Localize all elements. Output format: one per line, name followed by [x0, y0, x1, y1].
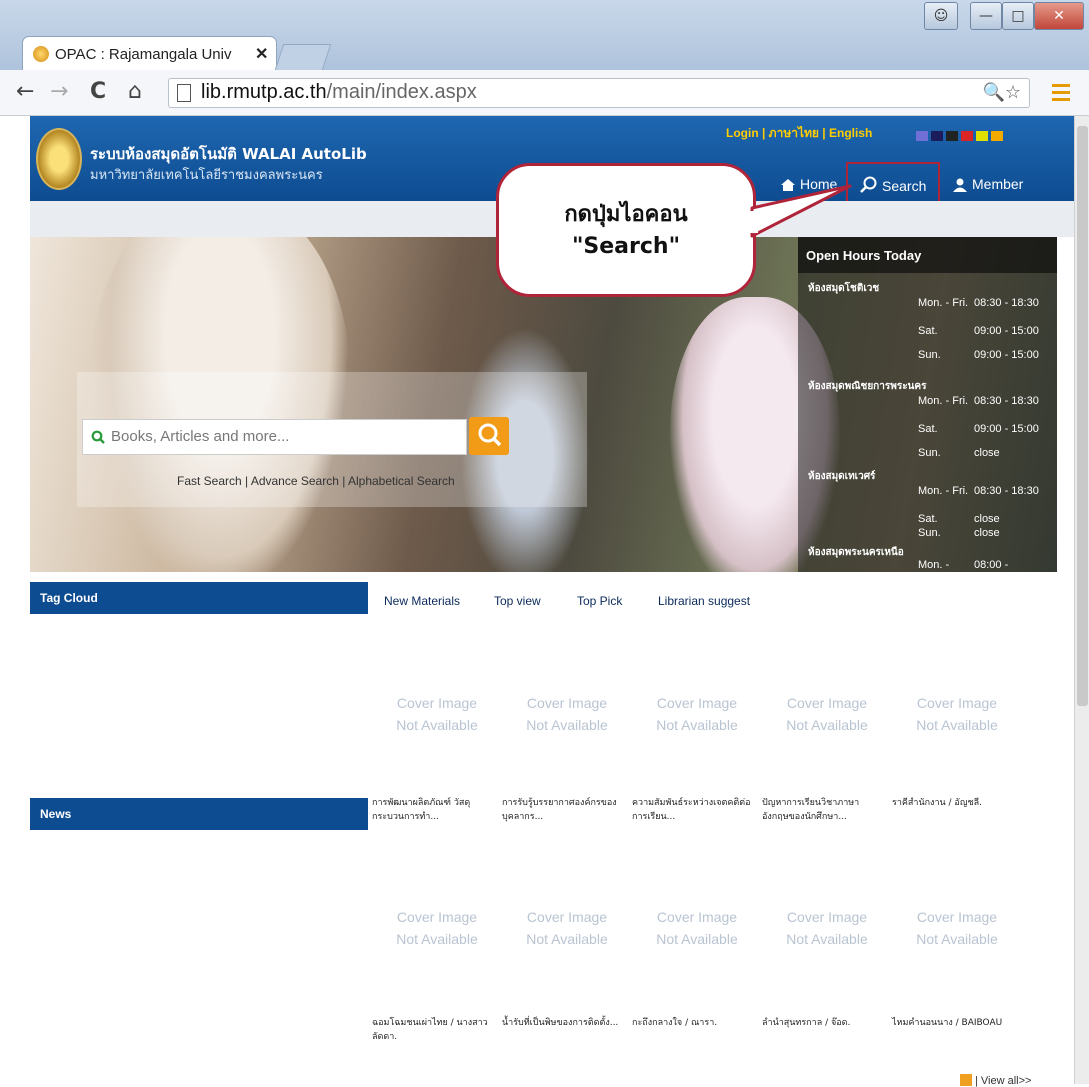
cover-placeholder[interactable]: Cover Image Not Available: [642, 906, 752, 950]
hours-day: Sun.: [918, 527, 941, 539]
news-header: News: [30, 798, 368, 830]
hours-row: Sun. close: [918, 527, 1057, 541]
close-window-icon[interactable]: ✕: [1034, 2, 1084, 30]
cover-line: Not Available: [396, 717, 478, 733]
maximize-icon[interactable]: □: [1002, 2, 1034, 30]
cover-placeholder[interactable]: Cover Image Not Available: [772, 692, 882, 736]
cover-placeholder[interactable]: Cover Image Not Available: [382, 692, 492, 736]
home-icon[interactable]: ⌂: [128, 79, 142, 104]
hours-time: 08:00 -: [974, 559, 1009, 571]
tab-librarian-suggest[interactable]: Librarian suggest: [658, 594, 750, 608]
book-title[interactable]: ราคีสำนักงาน / อัญชลี.: [892, 796, 1012, 810]
cover-line: Not Available: [526, 931, 608, 947]
hours-day: Sun.: [918, 447, 941, 459]
tab-top-pick[interactable]: Top Pick: [577, 594, 622, 608]
hours-time: close: [974, 447, 1000, 459]
hours-row: Mon. - 08:00 -: [918, 559, 1057, 572]
location-name: ห้องสมุดพระนครเหนือ: [808, 547, 904, 558]
page-scrollbar[interactable]: [1074, 116, 1089, 1084]
hours-day: Mon. - Fri.: [918, 485, 969, 497]
cover-line: Cover Image: [786, 695, 868, 711]
back-icon[interactable]: ←: [16, 79, 34, 104]
cover-line: Not Available: [786, 931, 868, 947]
search-submit-icon: [478, 423, 502, 447]
hours-time: 09:00 - 15:00: [974, 423, 1039, 435]
cover-line: Cover Image: [526, 695, 608, 711]
hours-time: 08:30 - 18:30: [974, 485, 1039, 497]
search-input[interactable]: Books, Articles and more...: [82, 419, 467, 455]
book-title[interactable]: ปัญหาการเรียนวิชาภาษาอังกฤษของนักศึกษา..…: [762, 796, 882, 824]
rss-icon: [960, 1074, 972, 1086]
cover-line: Cover Image: [916, 909, 998, 925]
hours-day: Sat.: [918, 423, 938, 435]
cover-line: Cover Image: [396, 909, 478, 925]
cover-line: Cover Image: [916, 695, 998, 711]
scrollbar-thumb[interactable]: [1077, 126, 1088, 706]
address-bar: ← → C ⌂ lib.rmutp.ac.th/main/index.aspx …: [0, 70, 1089, 116]
book-title[interactable]: ฉอมโฉมชนเผ่าไทย / นางสาวลัดดา.: [372, 1016, 492, 1044]
search-submit-button[interactable]: [469, 417, 509, 455]
browser-menu-icon[interactable]: [1052, 84, 1070, 102]
book-title[interactable]: ลำนำสุนทรกาล / จ๊อด.: [762, 1016, 882, 1030]
page-icon: [177, 84, 191, 102]
cover-line: Not Available: [916, 717, 998, 733]
hours-day: Mon. -: [918, 559, 950, 571]
cover-placeholder[interactable]: Cover Image Not Available: [512, 692, 622, 736]
book-title[interactable]: ไหมคำนอนนาง / BAIBOAU: [892, 1016, 1012, 1030]
cover-placeholder[interactable]: Cover Image Not Available: [902, 906, 1012, 950]
cover-line: Not Available: [396, 931, 478, 947]
hours-row: Mon. - Fri. 08:30 - 18:30: [918, 485, 1057, 499]
new-tab-button[interactable]: [274, 44, 332, 70]
zoom-bookmark-icons[interactable]: 🔍☆: [982, 82, 1021, 103]
url-text: lib.rmutp.ac.th/main/index.aspx: [201, 81, 477, 103]
cover-placeholder[interactable]: Cover Image Not Available: [382, 906, 492, 950]
hours-row: Sun. close: [918, 447, 1057, 461]
book-title[interactable]: การรับรู้บรรยากาศองค์กรของบุคลากร...: [502, 796, 622, 824]
user-profile-icon[interactable]: ☺: [924, 2, 958, 30]
search-icon: [91, 430, 105, 444]
view-all-label: | View all>>: [975, 1075, 1032, 1087]
location-name: ห้องสมุดเทเวศร์: [808, 471, 876, 482]
minimize-icon[interactable]: —: [970, 2, 1002, 30]
site-favicon-icon: [33, 46, 49, 62]
cover-placeholder[interactable]: Cover Image Not Available: [902, 692, 1012, 736]
cover-line: Not Available: [786, 717, 868, 733]
book-title[interactable]: กะถึงกลางใจ / ณารา.: [632, 1016, 752, 1030]
forward-icon[interactable]: →: [50, 79, 68, 104]
cover-line: Cover Image: [656, 695, 738, 711]
hours-row: Sat. close: [918, 513, 1057, 527]
cover-line: Cover Image: [656, 909, 738, 925]
cover-line: Cover Image: [786, 909, 868, 925]
tag-cloud-header: Tag Cloud: [30, 582, 368, 614]
cover-placeholder[interactable]: Cover Image Not Available: [642, 692, 752, 736]
tab-new-materials[interactable]: New Materials: [384, 594, 460, 608]
browser-tab[interactable]: OPAC : Rajamangala Univ ✕: [22, 36, 277, 70]
hours-time: close: [974, 527, 1000, 539]
cover-line: Not Available: [656, 931, 738, 947]
hours-time: close: [974, 513, 1000, 525]
book-title[interactable]: น้ำรับที่เป็นพิษของการติดตั้ง...: [502, 1016, 622, 1030]
cover-line: Cover Image: [396, 695, 478, 711]
callout-pointer: [750, 184, 852, 238]
cover-placeholder[interactable]: Cover Image Not Available: [512, 906, 622, 950]
reload-icon[interactable]: C: [90, 79, 106, 104]
hours-row: Sat. 09:00 - 15:00: [918, 423, 1057, 437]
cover-line: Not Available: [526, 717, 608, 733]
search-mode-links[interactable]: Fast Search | Advance Search | Alphabeti…: [177, 474, 455, 488]
url-input[interactable]: lib.rmutp.ac.th/main/index.aspx 🔍☆: [168, 78, 1030, 108]
cover-line: Not Available: [656, 717, 738, 733]
cover-line: Cover Image: [526, 909, 608, 925]
web-page: ระบบห้องสมุดอัตโนมัติ WALAI AutoLib มหาว…: [30, 116, 1074, 1087]
tab-top-view[interactable]: Top view: [494, 594, 541, 608]
search-placeholder: Books, Articles and more...: [111, 428, 290, 445]
book-title[interactable]: การพัฒนาผลิตภัณฑ์ วัสดุกระบวนการทำ...: [372, 796, 492, 824]
tab-title: OPAC : Rajamangala Univ: [55, 46, 232, 63]
browser-titlebar: OPAC : Rajamangala Univ ✕ ☺ — □ ✕: [0, 0, 1089, 70]
cover-line: Not Available: [916, 931, 998, 947]
cover-placeholder[interactable]: Cover Image Not Available: [772, 906, 882, 950]
hours-day: Sat.: [918, 513, 938, 525]
book-title[interactable]: ความสัมพันธ์ระหว่างเจตคติต่อการเรียน...: [632, 796, 752, 824]
view-all-link[interactable]: | View all>>: [960, 1074, 1031, 1087]
tab-close-icon[interactable]: ✕: [255, 44, 268, 64]
